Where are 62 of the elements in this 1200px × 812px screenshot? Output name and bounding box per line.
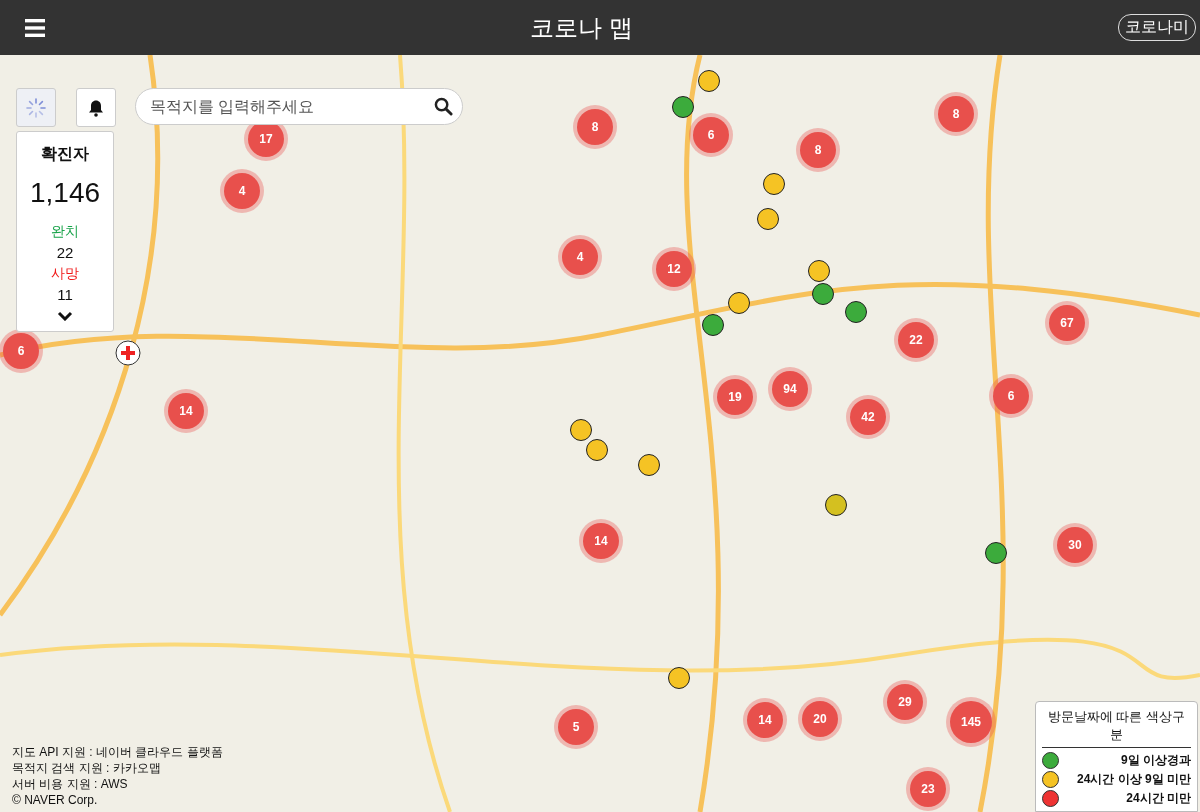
notification-button[interactable] — [76, 88, 116, 127]
user-button[interactable]: 코로나미 — [1118, 14, 1196, 41]
visit-location-dot[interactable] — [586, 439, 608, 461]
loading-spinner-icon — [26, 97, 46, 118]
case-cluster-marker[interactable]: 6 — [3, 333, 39, 369]
search-field[interactable]: 목적지를 입력해주세요 — [135, 88, 463, 125]
confirmed-count: 1,146 — [29, 177, 101, 209]
case-cluster-marker[interactable]: 23 — [910, 771, 946, 807]
visit-location-dot[interactable] — [702, 314, 724, 336]
deaths-count: 11 — [57, 286, 73, 303]
legend-label: 24시간 이상 9일 미만 — [1076, 771, 1191, 788]
confirmed-label: 확진자 — [41, 144, 89, 164]
visit-location-dot[interactable] — [812, 283, 834, 305]
legend-label: 24시간 미만 — [1126, 790, 1191, 807]
case-cluster-marker[interactable]: 6 — [693, 117, 729, 153]
case-cluster-marker[interactable]: 22 — [898, 322, 934, 358]
credit-text: © NAVER Corp. — [12, 792, 99, 808]
case-cluster-marker[interactable]: 42 — [850, 399, 886, 435]
credit-text: 지도 API 지원 : 네이버 클라우드 플랫폼 — [12, 744, 223, 760]
case-cluster-marker[interactable]: 29 — [887, 684, 923, 720]
recovered-label: 완치 — [51, 223, 79, 241]
visit-location-dot[interactable] — [638, 454, 660, 476]
deaths-label: 사망 — [51, 265, 79, 283]
credit-text: 목적지 검색 지원 : 카카오맵 — [12, 760, 162, 776]
case-cluster-marker[interactable]: 30 — [1057, 527, 1093, 563]
case-cluster-marker[interactable]: 4 — [224, 173, 260, 209]
visit-location-dot[interactable] — [668, 667, 690, 689]
visit-location-dot[interactable] — [698, 70, 720, 92]
case-cluster-marker[interactable]: 4 — [562, 239, 598, 275]
legend-title: 방문날짜에 따른 색상구분 — [1042, 708, 1191, 748]
menu-icon[interactable] — [25, 18, 45, 37]
visit-location-dot[interactable] — [570, 419, 592, 441]
visit-location-dot[interactable] — [672, 96, 694, 118]
visit-location-dot[interactable] — [808, 260, 830, 282]
case-cluster-marker[interactable]: 6 — [993, 378, 1029, 414]
credit-text: 서버 비용 지원 : AWS — [12, 776, 129, 792]
case-cluster-marker[interactable]: 67 — [1049, 305, 1085, 341]
hospital-cross-icon[interactable] — [115, 340, 141, 366]
case-cluster-marker[interactable]: 12 — [656, 251, 692, 287]
visit-location-dot[interactable] — [845, 301, 867, 323]
visit-location-dot[interactable] — [728, 292, 750, 314]
visit-location-dot[interactable] — [757, 208, 779, 230]
case-cluster-marker[interactable]: 14 — [583, 523, 619, 559]
case-cluster-marker[interactable]: 94 — [772, 371, 808, 407]
visit-location-dot[interactable] — [985, 542, 1007, 564]
case-cluster-marker[interactable]: 8 — [800, 132, 836, 168]
case-cluster-marker[interactable]: 8 — [938, 96, 974, 132]
legend-label: 9일 이상경과 — [1121, 752, 1191, 769]
recovered-count: 22 — [56, 244, 74, 261]
chevron-down-icon[interactable] — [57, 311, 73, 321]
case-cluster-marker[interactable]: 14 — [747, 702, 783, 738]
bell-icon — [88, 98, 104, 117]
case-cluster-marker[interactable]: 19 — [717, 379, 753, 415]
case-cluster-marker[interactable]: 5 — [558, 709, 594, 745]
case-cluster-marker[interactable]: 8 — [577, 109, 613, 145]
visit-location-dot[interactable] — [763, 173, 785, 195]
search-icon[interactable] — [434, 97, 453, 116]
app-title: 코로나 맵 — [530, 12, 633, 43]
case-cluster-marker[interactable]: 145 — [950, 701, 992, 743]
case-cluster-marker[interactable]: 14 — [168, 393, 204, 429]
case-cluster-marker[interactable]: 20 — [802, 701, 838, 737]
visit-location-dot[interactable] — [825, 494, 847, 516]
